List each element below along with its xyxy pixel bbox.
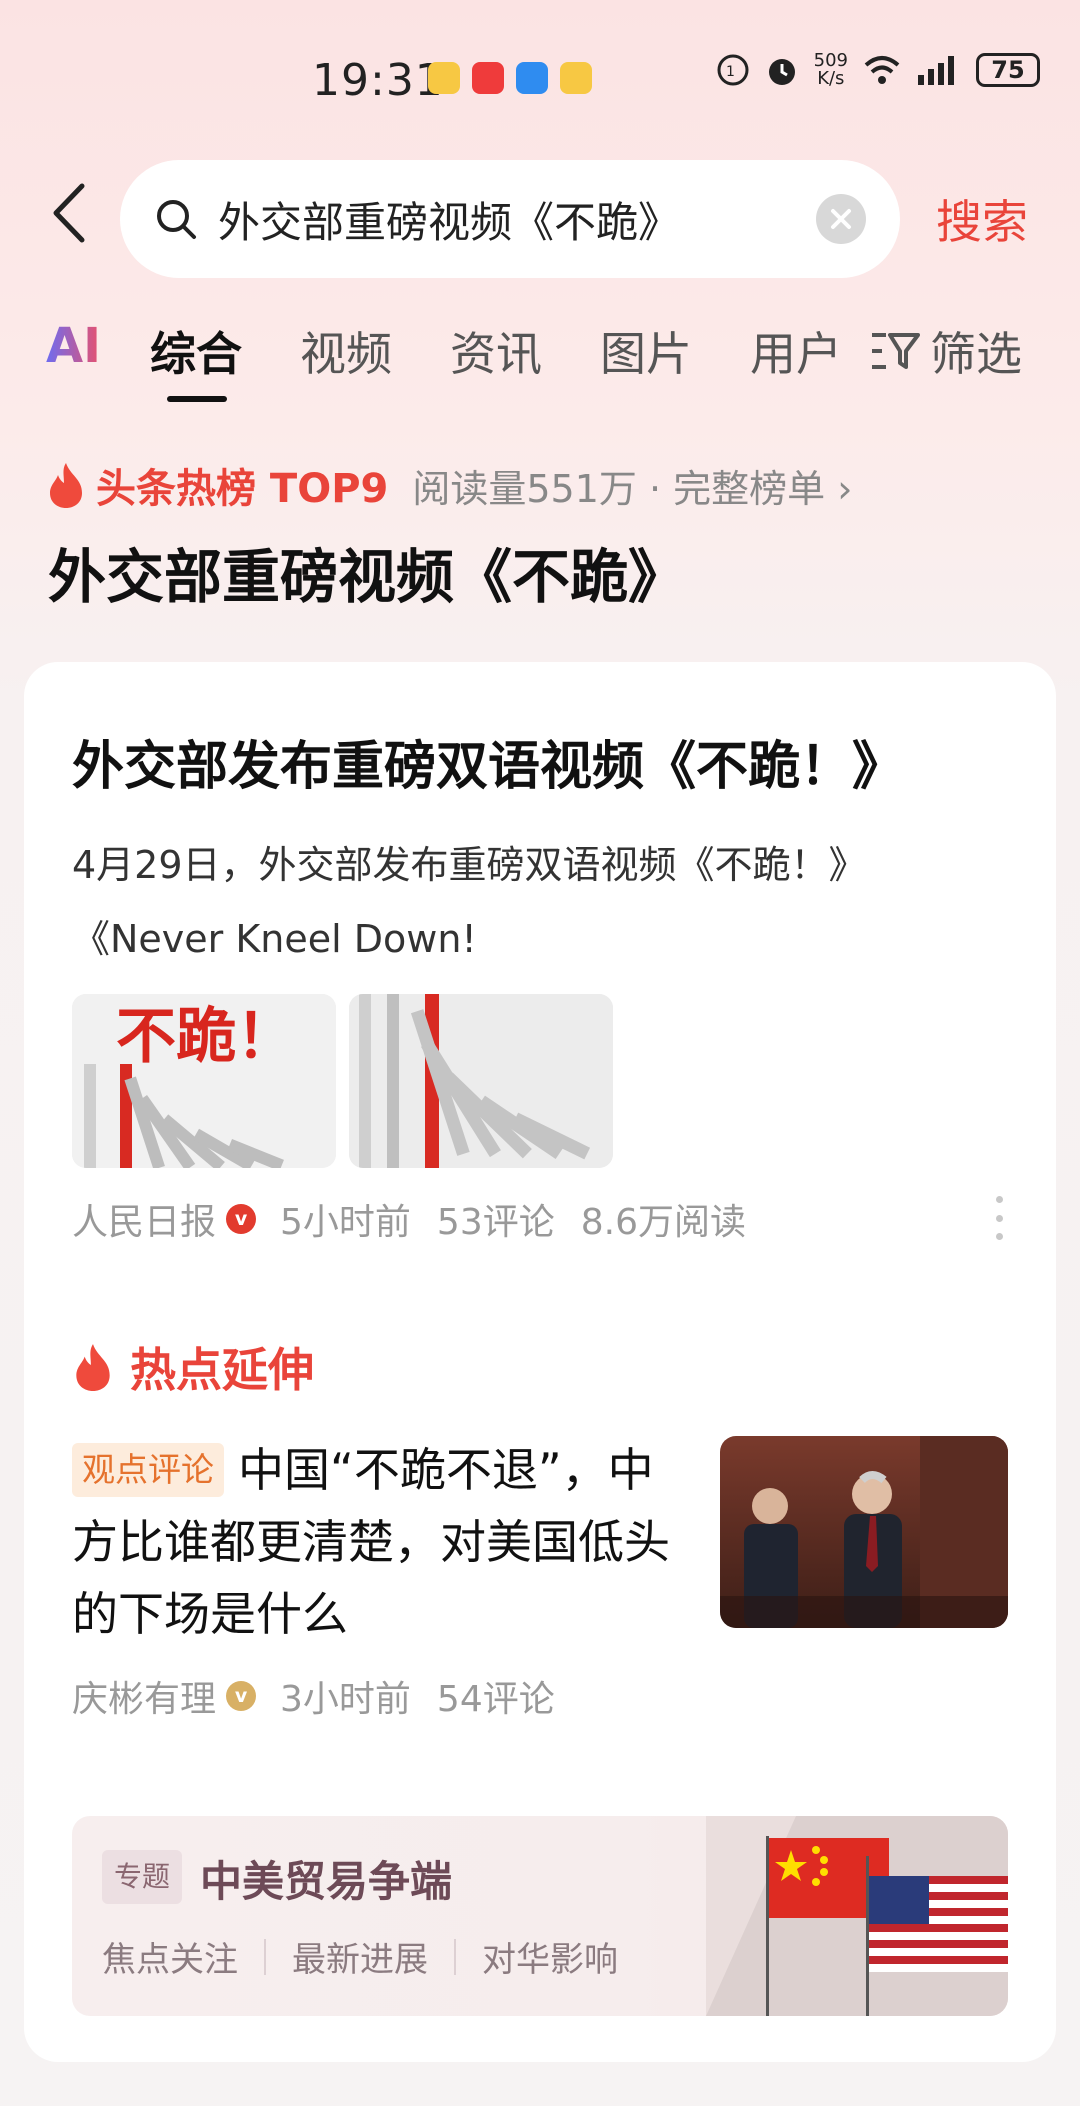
press-conference-photo xyxy=(720,1436,1008,1628)
filter-label: 筛选 xyxy=(930,327,1022,381)
hd-call-icon: 1 xyxy=(717,54,749,86)
topic-link-impact[interactable]: 对华影响 xyxy=(482,1932,618,1981)
special-topic-title[interactable]: 中美贸易争端 xyxy=(200,1848,452,1909)
tab-comprehensive[interactable]: 综合 xyxy=(150,318,242,384)
red-app-icon xyxy=(472,62,504,94)
battery-indicator: 75 xyxy=(976,53,1040,87)
article-thumbnail[interactable] xyxy=(349,994,613,1168)
weibo-icon xyxy=(560,62,592,94)
flags-image xyxy=(706,1816,1008,2016)
hot-rank-meta[interactable]: 阅读量551万 · 完整榜单 › xyxy=(412,458,852,513)
special-topic-card[interactable]: 专题 中美贸易争端 焦点关注 最新进展 对华影响 xyxy=(72,1816,1008,2016)
verified-badge-icon: v xyxy=(226,1204,257,1234)
status-time: 19:31 xyxy=(312,55,444,106)
related-article[interactable]: 观点评论 中国“不跪不退”，中方比谁都更清楚，对美国低头的下场是什么 xyxy=(72,1434,692,1650)
alarm-icon xyxy=(768,59,795,85)
opinion-tag: 观点评论 xyxy=(72,1442,224,1497)
flame-icon xyxy=(76,1344,110,1391)
weather-icon xyxy=(516,62,548,94)
related-article-meta: 庆彬有理 v 3小时前 54评论 xyxy=(72,1670,555,1722)
active-tab-indicator xyxy=(167,396,227,402)
article-time: 5小时前 xyxy=(280,1202,411,1243)
more-options-icon[interactable] xyxy=(994,1196,1004,1240)
hot-rank-label: 头条热榜 TOP9 xyxy=(96,466,389,512)
tab-users[interactable]: 用户 xyxy=(750,318,842,384)
flame-icon xyxy=(50,463,82,508)
article-summary[interactable]: 4月29日，外交部发布重磅双语视频《不跪！》《Never Kneel Down! xyxy=(72,828,972,976)
hot-rank-row[interactable]: 头条热榜 TOP9 阅读量551万 · 完整榜单 › xyxy=(46,456,852,514)
tab-images[interactable]: 图片 xyxy=(600,318,692,384)
thumbnail-caption: 不跪！ xyxy=(116,1002,296,1072)
status-icons: 1 509 K/s 75 xyxy=(716,52,1040,88)
special-topic-links: 焦点关注 最新进展 对华影响 xyxy=(102,1932,618,1981)
article-source[interactable]: 人民日报 xyxy=(72,1193,216,1245)
signal-icon xyxy=(918,56,954,85)
related-article-image[interactable] xyxy=(720,1436,1008,1628)
verified-badge-icon: v xyxy=(226,1681,257,1711)
tab-video[interactable]: 视频 xyxy=(300,318,392,384)
related-article-source[interactable]: 庆彬有理 xyxy=(72,1670,216,1722)
tab-news[interactable]: 资讯 xyxy=(450,318,542,384)
search-input[interactable]: 外交部重磅视频《不跪》 xyxy=(120,160,900,278)
wifi-icon xyxy=(864,56,900,84)
search-query-text[interactable]: 外交部重磅视频《不跪》 xyxy=(218,189,816,250)
divider xyxy=(454,1938,456,1975)
article-reads: 8.6万阅读 xyxy=(580,1202,746,1243)
filter-button[interactable]: 筛选 xyxy=(870,318,1022,384)
divider xyxy=(264,1938,266,1975)
article-thumbnail[interactable]: 不跪！ xyxy=(72,994,336,1168)
network-speed-unit: K/s xyxy=(817,68,845,89)
search-icon xyxy=(157,200,196,239)
special-topic-tag: 专题 xyxy=(102,1850,183,1904)
tab-ai[interactable]: AI xyxy=(46,318,101,374)
close-icon xyxy=(831,209,851,229)
topic-link-latest[interactable]: 最新进展 xyxy=(292,1932,428,1981)
related-article-comments[interactable]: 54评论 xyxy=(437,1670,555,1722)
weibo-icon xyxy=(428,62,460,94)
filter-icon xyxy=(872,333,920,369)
article-title[interactable]: 外交部发布重磅双语视频《不跪！》 xyxy=(72,724,904,799)
topic-title: 外交部重磅视频《不跪》 xyxy=(48,543,687,611)
related-article-time: 3小时前 xyxy=(280,1679,411,1720)
search-tabs: AI 综合 视频 资讯 图片 用户 筛选 xyxy=(0,318,1080,408)
thumbnail-graphic xyxy=(349,994,613,1168)
network-speed: 509 K/s xyxy=(814,52,848,88)
svg-text:1: 1 xyxy=(726,64,735,80)
topic-link-focus[interactable]: 焦点关注 xyxy=(102,1932,238,1981)
article-comments[interactable]: 53评论 xyxy=(437,1193,555,1245)
search-button[interactable]: 搜索 xyxy=(936,186,1028,252)
clear-search-button[interactable] xyxy=(816,194,866,244)
hot-extension-header: 热点延伸 xyxy=(72,1334,314,1400)
article-meta: 人民日报 v 5小时前 53评论 8.6万阅读 xyxy=(72,1193,746,1245)
hot-extension-label: 热点延伸 xyxy=(130,1343,314,1397)
notification-app-icons xyxy=(428,62,592,94)
back-icon[interactable] xyxy=(48,182,88,244)
